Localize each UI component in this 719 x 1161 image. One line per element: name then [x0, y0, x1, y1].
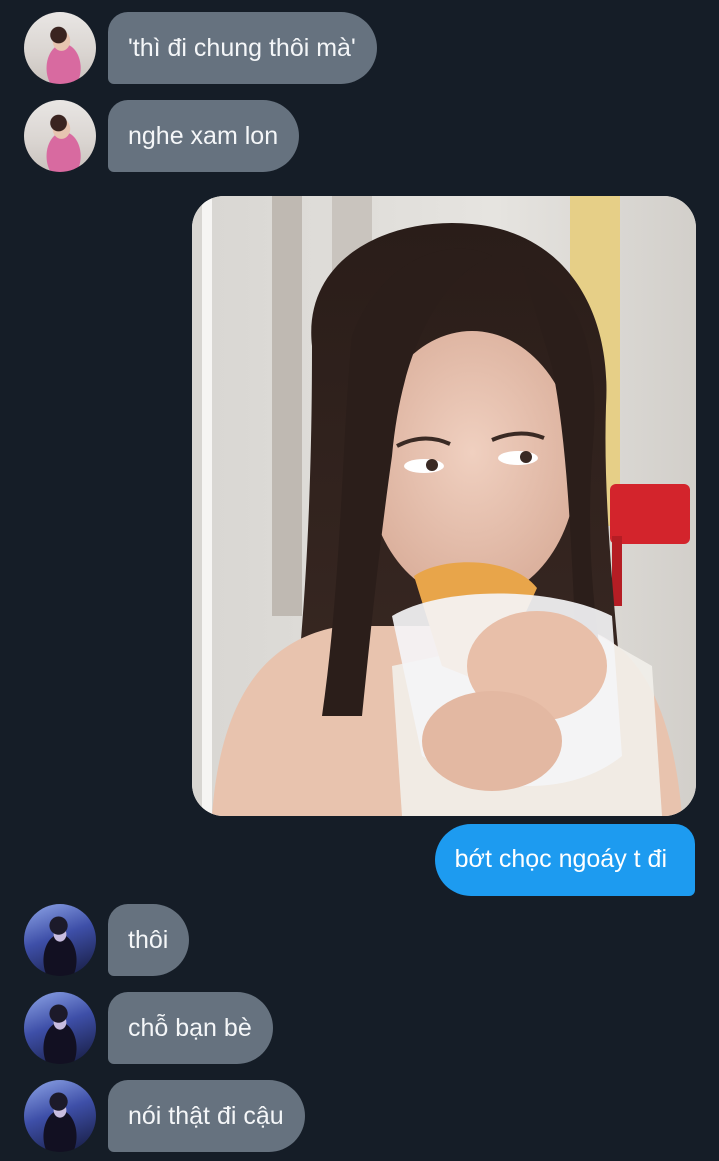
- sender-avatar[interactable]: [24, 904, 96, 976]
- incoming-message-bubble[interactable]: 'thì đi chung thôi mà': [108, 12, 377, 84]
- sender-avatar[interactable]: [24, 100, 96, 172]
- outgoing-message-bubble[interactable]: bớt chọc ngoáy t đi: [434, 824, 695, 896]
- incoming-message-bubble[interactable]: nghe xam lon: [108, 100, 300, 172]
- message-row: chỗ bạn bè: [0, 992, 719, 1064]
- sender-avatar[interactable]: [24, 1080, 96, 1152]
- incoming-message-bubble[interactable]: chỗ bạn bè: [108, 992, 273, 1064]
- incoming-message-bubble[interactable]: thôi: [108, 904, 190, 976]
- sender-avatar[interactable]: [24, 12, 96, 84]
- message-row: nói thật đi cậu: [0, 1080, 719, 1152]
- message-row: 'thì đi chung thôi mà': [0, 12, 719, 84]
- message-row: nghe xam lon: [0, 100, 719, 172]
- outgoing-photo-message[interactable]: [192, 196, 696, 816]
- incoming-message-bubble[interactable]: nói thật đi cậu: [108, 1080, 305, 1152]
- message-row: thôi: [0, 904, 719, 976]
- photo-image: [192, 196, 696, 816]
- sender-avatar[interactable]: [24, 992, 96, 1064]
